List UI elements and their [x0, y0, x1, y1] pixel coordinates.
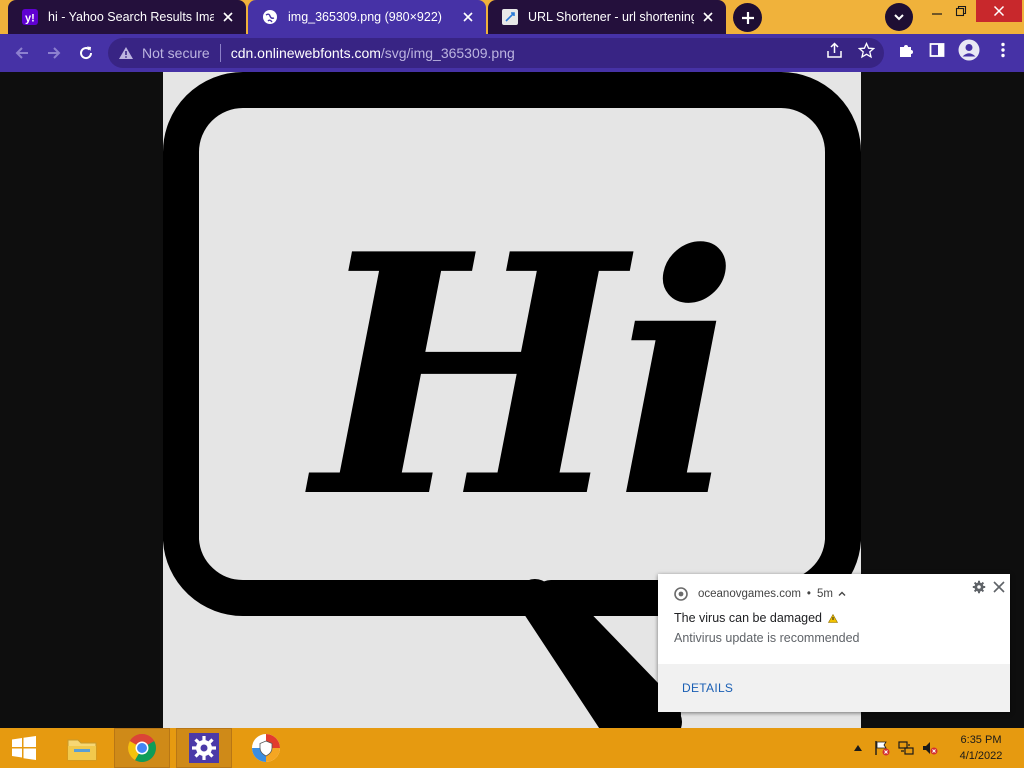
minimize-icon — [932, 13, 942, 15]
side-panel-button[interactable] — [928, 41, 946, 59]
arrow-left-icon — [15, 47, 28, 59]
side-panel-icon — [929, 43, 945, 57]
flag-alert-icon — [875, 741, 890, 756]
chrome-icon — [674, 587, 688, 601]
yahoo-icon: y! — [22, 9, 38, 25]
notification-header: oceanovgames.com • 5m — [674, 586, 847, 602]
notification-title: The virus can be damaged — [674, 611, 823, 625]
hi-text: Hi — [303, 182, 730, 570]
star-icon — [857, 41, 875, 58]
action-center-flag-button[interactable] — [874, 740, 890, 756]
notification-source: oceanovgames.com — [698, 588, 801, 600]
restore-button[interactable] — [946, 0, 976, 22]
notification-message: Antivirus update is recommended — [674, 631, 860, 645]
clock-time: 6:35 PM — [960, 734, 1002, 746]
svg-text:y!: y! — [25, 13, 35, 25]
tab-title: hi - Yahoo Search Results Image — [48, 10, 214, 24]
tab-url-shortener[interactable]: URL Shortener - url shortening s — [488, 0, 726, 34]
chevron-up-icon — [854, 745, 862, 751]
close-icon — [993, 5, 1005, 17]
puzzle-icon — [899, 44, 913, 57]
warning-icon — [828, 613, 839, 623]
chevron-up-icon[interactable] — [837, 589, 847, 599]
tab-search-button[interactable] — [885, 3, 913, 31]
restore-icon — [955, 5, 967, 17]
chrome-icon — [128, 734, 156, 762]
forward-button[interactable] — [40, 39, 68, 67]
tab-title: URL Shortener - url shortening s — [528, 10, 694, 24]
network-button[interactable] — [898, 740, 914, 756]
profile-button[interactable] — [958, 39, 980, 61]
url-path: /svg/img_365309.png — [380, 45, 515, 61]
plus-icon — [741, 11, 754, 24]
warning-triangle-icon[interactable] — [118, 45, 134, 61]
url-host: cdn.onlinewebfonts.com — [230, 45, 381, 61]
close-icon[interactable] — [460, 9, 476, 25]
volume-muted-icon — [923, 742, 938, 755]
divider — [219, 44, 221, 62]
notification-separator: • — [806, 588, 811, 600]
chrome-taskbar-button[interactable] — [114, 728, 170, 768]
menu-button[interactable] — [994, 41, 1012, 59]
notification-time: 5m — [816, 588, 833, 600]
start-button[interactable] — [0, 728, 48, 768]
taskbar: 6:35 PM 4/1/2022 — [0, 728, 1024, 768]
gear-icon[interactable] — [972, 580, 986, 594]
file-explorer-button[interactable] — [54, 728, 110, 768]
notification-title-row: The virus can be damaged — [674, 611, 839, 625]
new-tab-button[interactable] — [733, 3, 762, 32]
share-icon — [826, 41, 842, 58]
volume-button[interactable] — [922, 740, 938, 756]
close-icon[interactable] — [992, 580, 1006, 594]
gear-icon — [189, 733, 219, 763]
tab-yahoo-search[interactable]: y! hi - Yahoo Search Results Image — [8, 0, 246, 34]
avatar-icon — [958, 39, 980, 61]
bookmark-button[interactable] — [857, 41, 875, 59]
more-vertical-icon — [1001, 42, 1005, 58]
clock-date: 4/1/2022 — [959, 750, 1003, 762]
arrow-right-icon — [48, 47, 61, 59]
system-clock[interactable]: 6:35 PM 4/1/2022 — [950, 732, 1012, 764]
security-label[interactable]: Not secure — [142, 45, 210, 61]
extensions-button[interactable] — [897, 41, 915, 59]
settings-taskbar-button[interactable] — [176, 728, 232, 768]
tab-strip: y! hi - Yahoo Search Results Image img_3… — [0, 0, 1024, 34]
link-icon — [502, 9, 518, 25]
globe-icon — [262, 9, 278, 25]
network-icon — [898, 741, 914, 755]
close-window-button[interactable] — [976, 0, 1022, 22]
address-bar[interactable]: Not secure cdn.onlinewebfonts.com/svg/im… — [108, 38, 884, 68]
chevron-down-icon — [894, 14, 904, 21]
show-hidden-icons-button[interactable] — [850, 740, 866, 756]
details-button[interactable]: DETAILS — [682, 681, 733, 695]
tab-image[interactable]: img_365309.png (980×922) — [248, 0, 486, 34]
windows-logo-icon — [12, 736, 36, 760]
tab-title: img_365309.png (980×922) — [288, 10, 442, 24]
browser-app-taskbar-button[interactable] — [238, 728, 294, 768]
browser-toolbar: Not secure cdn.onlinewebfonts.com/svg/im… — [0, 34, 1024, 72]
chrome-notification[interactable]: oceanovgames.com • 5m The virus can be d… — [658, 574, 1010, 712]
shield-browser-icon — [252, 734, 280, 762]
folder-icon — [67, 739, 97, 761]
reload-button[interactable] — [72, 39, 100, 67]
close-icon[interactable] — [220, 9, 236, 25]
back-button[interactable] — [8, 39, 36, 67]
close-icon[interactable] — [700, 9, 716, 25]
share-button[interactable] — [825, 41, 843, 59]
reload-icon — [80, 46, 93, 60]
